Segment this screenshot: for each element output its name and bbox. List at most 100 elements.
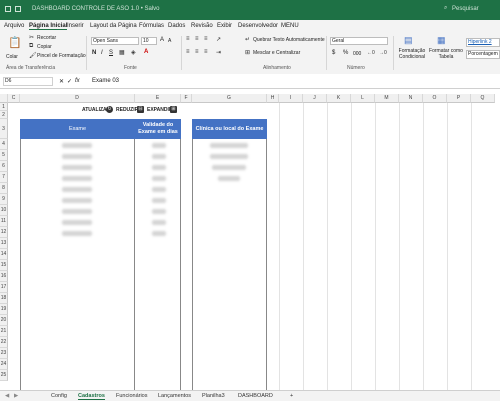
header-validade[interactable]: Validade do Exame em dias bbox=[135, 119, 181, 139]
row-header[interactable]: 17 bbox=[0, 282, 8, 293]
column-header-n[interactable]: N bbox=[399, 94, 423, 103]
column-header-m[interactable]: M bbox=[375, 94, 399, 103]
format-table-button[interactable]: Formatar como Tabela bbox=[428, 48, 464, 60]
shrink-font-icon[interactable]: A bbox=[168, 38, 171, 44]
row-header[interactable]: 18 bbox=[0, 293, 8, 304]
menu-pagina-inicial[interactable]: Página Inicial bbox=[29, 23, 68, 30]
row-header[interactable]: 3 bbox=[0, 119, 8, 139]
row-header[interactable]: 22 bbox=[0, 337, 8, 348]
enter-icon[interactable]: ✓ bbox=[67, 78, 72, 85]
add-sheet-button[interactable]: + bbox=[290, 393, 293, 399]
row-header[interactable]: 24 bbox=[0, 359, 8, 370]
tab-dashboard[interactable]: DASHBOARD bbox=[238, 393, 273, 399]
spreadsheet-grid[interactable]: C D E F G H I J K L M N O P Q 1 2 3 4 5 … bbox=[0, 94, 500, 390]
column-header-o[interactable]: O bbox=[423, 94, 447, 103]
expand-icon[interactable]: ⊞ bbox=[170, 106, 177, 113]
bold-button[interactable]: N bbox=[92, 50, 96, 56]
tab-planilha3[interactable]: Planilha3 bbox=[202, 393, 225, 399]
align-center-icon[interactable]: ≡ bbox=[195, 49, 199, 55]
row-header[interactable]: 19 bbox=[0, 304, 8, 315]
autosave-icon[interactable] bbox=[5, 6, 11, 12]
align-bottom-icon[interactable]: ≡ bbox=[204, 36, 208, 42]
scroll-left-icon[interactable]: ◀ bbox=[5, 393, 9, 399]
grow-font-icon[interactable]: A bbox=[160, 37, 164, 43]
row-header[interactable]: 10 bbox=[0, 205, 8, 216]
tab-cadastros[interactable]: Cadastros bbox=[78, 393, 105, 400]
reduce-button[interactable]: REDUZIR bbox=[116, 107, 138, 113]
borders-icon[interactable]: ▦ bbox=[119, 49, 125, 56]
row-header[interactable]: 13 bbox=[0, 238, 8, 249]
menu-exibir[interactable]: Exibir bbox=[217, 23, 232, 29]
currency-button[interactable]: $ bbox=[332, 50, 335, 56]
menu-formulas[interactable]: Fórmulas bbox=[139, 23, 164, 29]
conditional-format-icon[interactable]: ▤ bbox=[404, 35, 413, 46]
conditional-format-button[interactable]: Formatação Condicional bbox=[397, 48, 427, 60]
indent-icon[interactable]: ⇥ bbox=[216, 49, 221, 56]
align-right-icon[interactable]: ≡ bbox=[204, 49, 208, 55]
increase-decimal-icon[interactable]: ←0 bbox=[367, 50, 375, 56]
scissors-icon[interactable]: ✂ bbox=[29, 34, 34, 41]
cancel-icon[interactable]: ✕ bbox=[59, 78, 64, 85]
thousands-button[interactable]: 000 bbox=[353, 51, 361, 57]
align-middle-icon[interactable]: ≡ bbox=[195, 36, 199, 42]
tab-funcionarios[interactable]: Funcionários bbox=[116, 393, 148, 399]
wrap-text-icon[interactable]: ↵ bbox=[245, 36, 250, 43]
column-header-g[interactable]: G bbox=[192, 94, 267, 103]
number-format-select[interactable]: Geral bbox=[330, 37, 388, 45]
menu-layout[interactable]: Layout da Página bbox=[90, 23, 137, 29]
row-header[interactable]: 8 bbox=[0, 183, 8, 194]
brush-icon[interactable]: 🖌 bbox=[29, 52, 37, 59]
font-name-select[interactable]: Open Sans bbox=[91, 37, 139, 45]
row-header[interactable]: 1 bbox=[0, 103, 8, 111]
column-header-d[interactable]: D bbox=[20, 94, 135, 103]
decrease-decimal-icon[interactable]: →0 bbox=[379, 50, 387, 56]
menu-menu[interactable]: MENU bbox=[281, 23, 299, 29]
row-header[interactable]: 20 bbox=[0, 315, 8, 326]
format-painter-button[interactable]: Pincel de Formatação bbox=[37, 53, 86, 59]
column-header-c[interactable]: C bbox=[8, 94, 20, 103]
row-header[interactable]: 2 bbox=[0, 111, 8, 119]
cut-button[interactable]: Recortar bbox=[37, 35, 56, 41]
row-header[interactable]: 4 bbox=[0, 139, 8, 150]
column-header-k[interactable]: K bbox=[327, 94, 351, 103]
column-header-f[interactable]: F bbox=[181, 94, 192, 103]
align-left-icon[interactable]: ≡ bbox=[186, 49, 190, 55]
orientation-icon[interactable]: ↗ bbox=[216, 36, 221, 43]
row-header[interactable]: 23 bbox=[0, 348, 8, 359]
percent-button[interactable]: % bbox=[343, 50, 348, 56]
merge-center-button[interactable]: Mesclar e Centralizar bbox=[253, 50, 300, 56]
column-header-h[interactable]: H bbox=[267, 94, 279, 103]
row-header[interactable]: 15 bbox=[0, 260, 8, 271]
format-table-icon[interactable]: ▦ bbox=[437, 35, 446, 46]
merge-icon[interactable]: ⊞ bbox=[245, 49, 250, 56]
style-hyperlink2[interactable]: Hiperlink 2 bbox=[466, 38, 500, 47]
style-percent2[interactable]: Porcentagem 2 bbox=[466, 50, 500, 59]
search-icon[interactable]: ⌕ bbox=[444, 5, 447, 12]
formula-content[interactable]: Exame 03 bbox=[92, 78, 119, 84]
row-header[interactable]: 11 bbox=[0, 216, 8, 227]
row-header[interactable]: 16 bbox=[0, 271, 8, 282]
font-size-select[interactable]: 10 bbox=[141, 37, 157, 45]
copy-icon[interactable]: ⧉ bbox=[29, 43, 33, 50]
paste-button[interactable]: Colar bbox=[6, 54, 18, 60]
menu-revisao[interactable]: Revisão bbox=[191, 23, 213, 29]
column-header-j[interactable]: J bbox=[303, 94, 327, 103]
row-header[interactable]: 25 bbox=[0, 370, 8, 381]
tab-config[interactable]: Config bbox=[51, 393, 67, 399]
italic-button[interactable]: I bbox=[101, 50, 103, 56]
clipboard-icon[interactable]: 📋 bbox=[8, 36, 22, 49]
column-header-i[interactable]: I bbox=[279, 94, 303, 103]
row-header[interactable]: 21 bbox=[0, 326, 8, 337]
refresh-icon[interactable]: ↻ bbox=[106, 106, 113, 113]
copy-button[interactable]: Copiar bbox=[37, 44, 52, 50]
row-header[interactable]: 9 bbox=[0, 194, 8, 205]
align-top-icon[interactable]: ≡ bbox=[186, 36, 190, 42]
column-header-p[interactable]: P bbox=[447, 94, 471, 103]
tab-lancamentos[interactable]: Lançamentos bbox=[158, 393, 191, 399]
save-icon[interactable] bbox=[15, 6, 21, 12]
column-header-e[interactable]: E bbox=[135, 94, 181, 103]
header-clinica[interactable]: Clínica ou local do Exame bbox=[192, 119, 267, 139]
row-header[interactable]: 7 bbox=[0, 172, 8, 183]
row-header[interactable]: 5 bbox=[0, 150, 8, 161]
search-box[interactable]: Pesquisar bbox=[452, 6, 479, 12]
